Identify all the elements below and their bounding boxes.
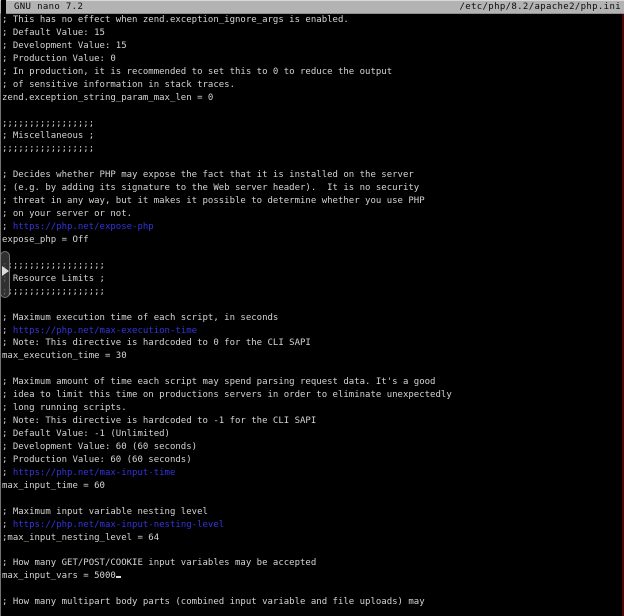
editor-line: ;max_input_nesting_level = 64 [1, 532, 624, 545]
editor-line: ; https://php.net/max-input-time [1, 467, 624, 480]
editor-line [1, 544, 624, 557]
editor-line: ; Resource Limits ; [1, 273, 624, 286]
app-version-title: GNU nano 7.2 [14, 0, 83, 14]
editor-line: max_input_time = 60 [1, 480, 624, 493]
editor-line: ; Miscellaneous ; [1, 130, 624, 143]
comment-prefix: ; [2, 326, 13, 336]
editor-line: ; on your server or not. [1, 208, 624, 221]
editor-line: ; Default Value: 15 [1, 27, 624, 40]
editor-line: ; Default Value: -1 (Unlimited) [1, 428, 624, 441]
editor-line: ; https://php.net/max-input-nesting-leve… [1, 519, 624, 532]
editor-line: ;;;;;;;;;;;;;;;;; [1, 118, 624, 131]
editor-line: max_execution_time = 30 [1, 350, 624, 363]
editor-line [1, 105, 624, 118]
comment-prefix: ; [2, 222, 13, 232]
editor-line [1, 247, 624, 260]
editor-line: ; Maximum execution time of each script,… [1, 312, 624, 325]
editor-line: ; idea to limit this time on productions… [1, 389, 624, 402]
editor-line [1, 156, 624, 169]
editor-line: ; How many multipart body parts (combine… [1, 596, 624, 609]
editor-line: ; long running scripts. [1, 402, 624, 415]
terminal-window[interactable]: GNU nano 7.2 /etc/php/8.2/apache2/php.in… [0, 0, 624, 616]
text-cursor [116, 576, 121, 579]
editor-line: ; Development Value: 15 [1, 40, 624, 53]
editor-text-area[interactable]: ; This has no effect when zend.exception… [0, 14, 624, 616]
editor-line: ; Note: This directive is hardcoded to 0… [1, 337, 624, 350]
php-net-link: https://php.net/max-execution-time [13, 326, 197, 336]
editor-line: ;;;;;;;;;;;;;;;;; [1, 143, 624, 156]
editor-line: ; Maximum amount of time each script may… [1, 376, 624, 389]
editor-line: expose_php = Off [1, 234, 624, 247]
editor-line: ; Note: This directive is hardcoded to -… [1, 415, 624, 428]
php-net-link: https://php.net/expose-php [13, 222, 154, 232]
editor-line [1, 493, 624, 506]
editor-line: zend.exception_string_param_max_len = 0 [1, 92, 624, 105]
editor-line [1, 583, 624, 596]
editor-line: ; of sensitive information in stack trac… [1, 79, 624, 92]
editor-line [1, 299, 624, 312]
comment-prefix: ; [2, 468, 13, 478]
comment-prefix: ; [2, 520, 13, 530]
editor-line: ; How many GET/POST/COOKIE input variabl… [1, 557, 624, 570]
editor-line: ; Production Value: 0 [1, 53, 624, 66]
editor-line: ;;;;;;;;;;;;;;;;;;; [1, 260, 624, 273]
editor-line: ; Development Value: 60 (60 seconds) [1, 441, 624, 454]
editor-line [1, 363, 624, 376]
editor-line: ; Decides whether PHP may expose the fac… [1, 169, 624, 182]
editor-line: ; Maximum input variable nesting level [1, 506, 624, 519]
editor-line: ; In production, it is recommended to se… [1, 66, 624, 79]
php-net-link: https://php.net/max-input-nesting-level [13, 520, 224, 530]
editor-line: ; threat in any way, but it makes it pos… [1, 195, 624, 208]
editor-line: ; This has no effect when zend.exception… [1, 14, 624, 27]
nano-titlebar: GNU nano 7.2 /etc/php/8.2/apache2/php.in… [0, 0, 624, 14]
file-path-title: /etc/php/8.2/apache2/php.ini [459, 0, 621, 14]
mouse-pointer-icon [2, 266, 9, 276]
editor-line: ; https://php.net/max-execution-time [1, 325, 624, 338]
editor-line: max_input_vars = 5000 [1, 570, 624, 583]
editor-line: ; (e.g. by adding its signature to the W… [1, 182, 624, 195]
editor-line: ; Production Value: 60 (60 seconds) [1, 454, 624, 467]
php-net-link: https://php.net/max-input-time [13, 468, 176, 478]
editor-line: ;;;;;;;;;;;;;;;;;;; [1, 286, 624, 299]
editor-line: ; https://php.net/expose-php [1, 221, 624, 234]
